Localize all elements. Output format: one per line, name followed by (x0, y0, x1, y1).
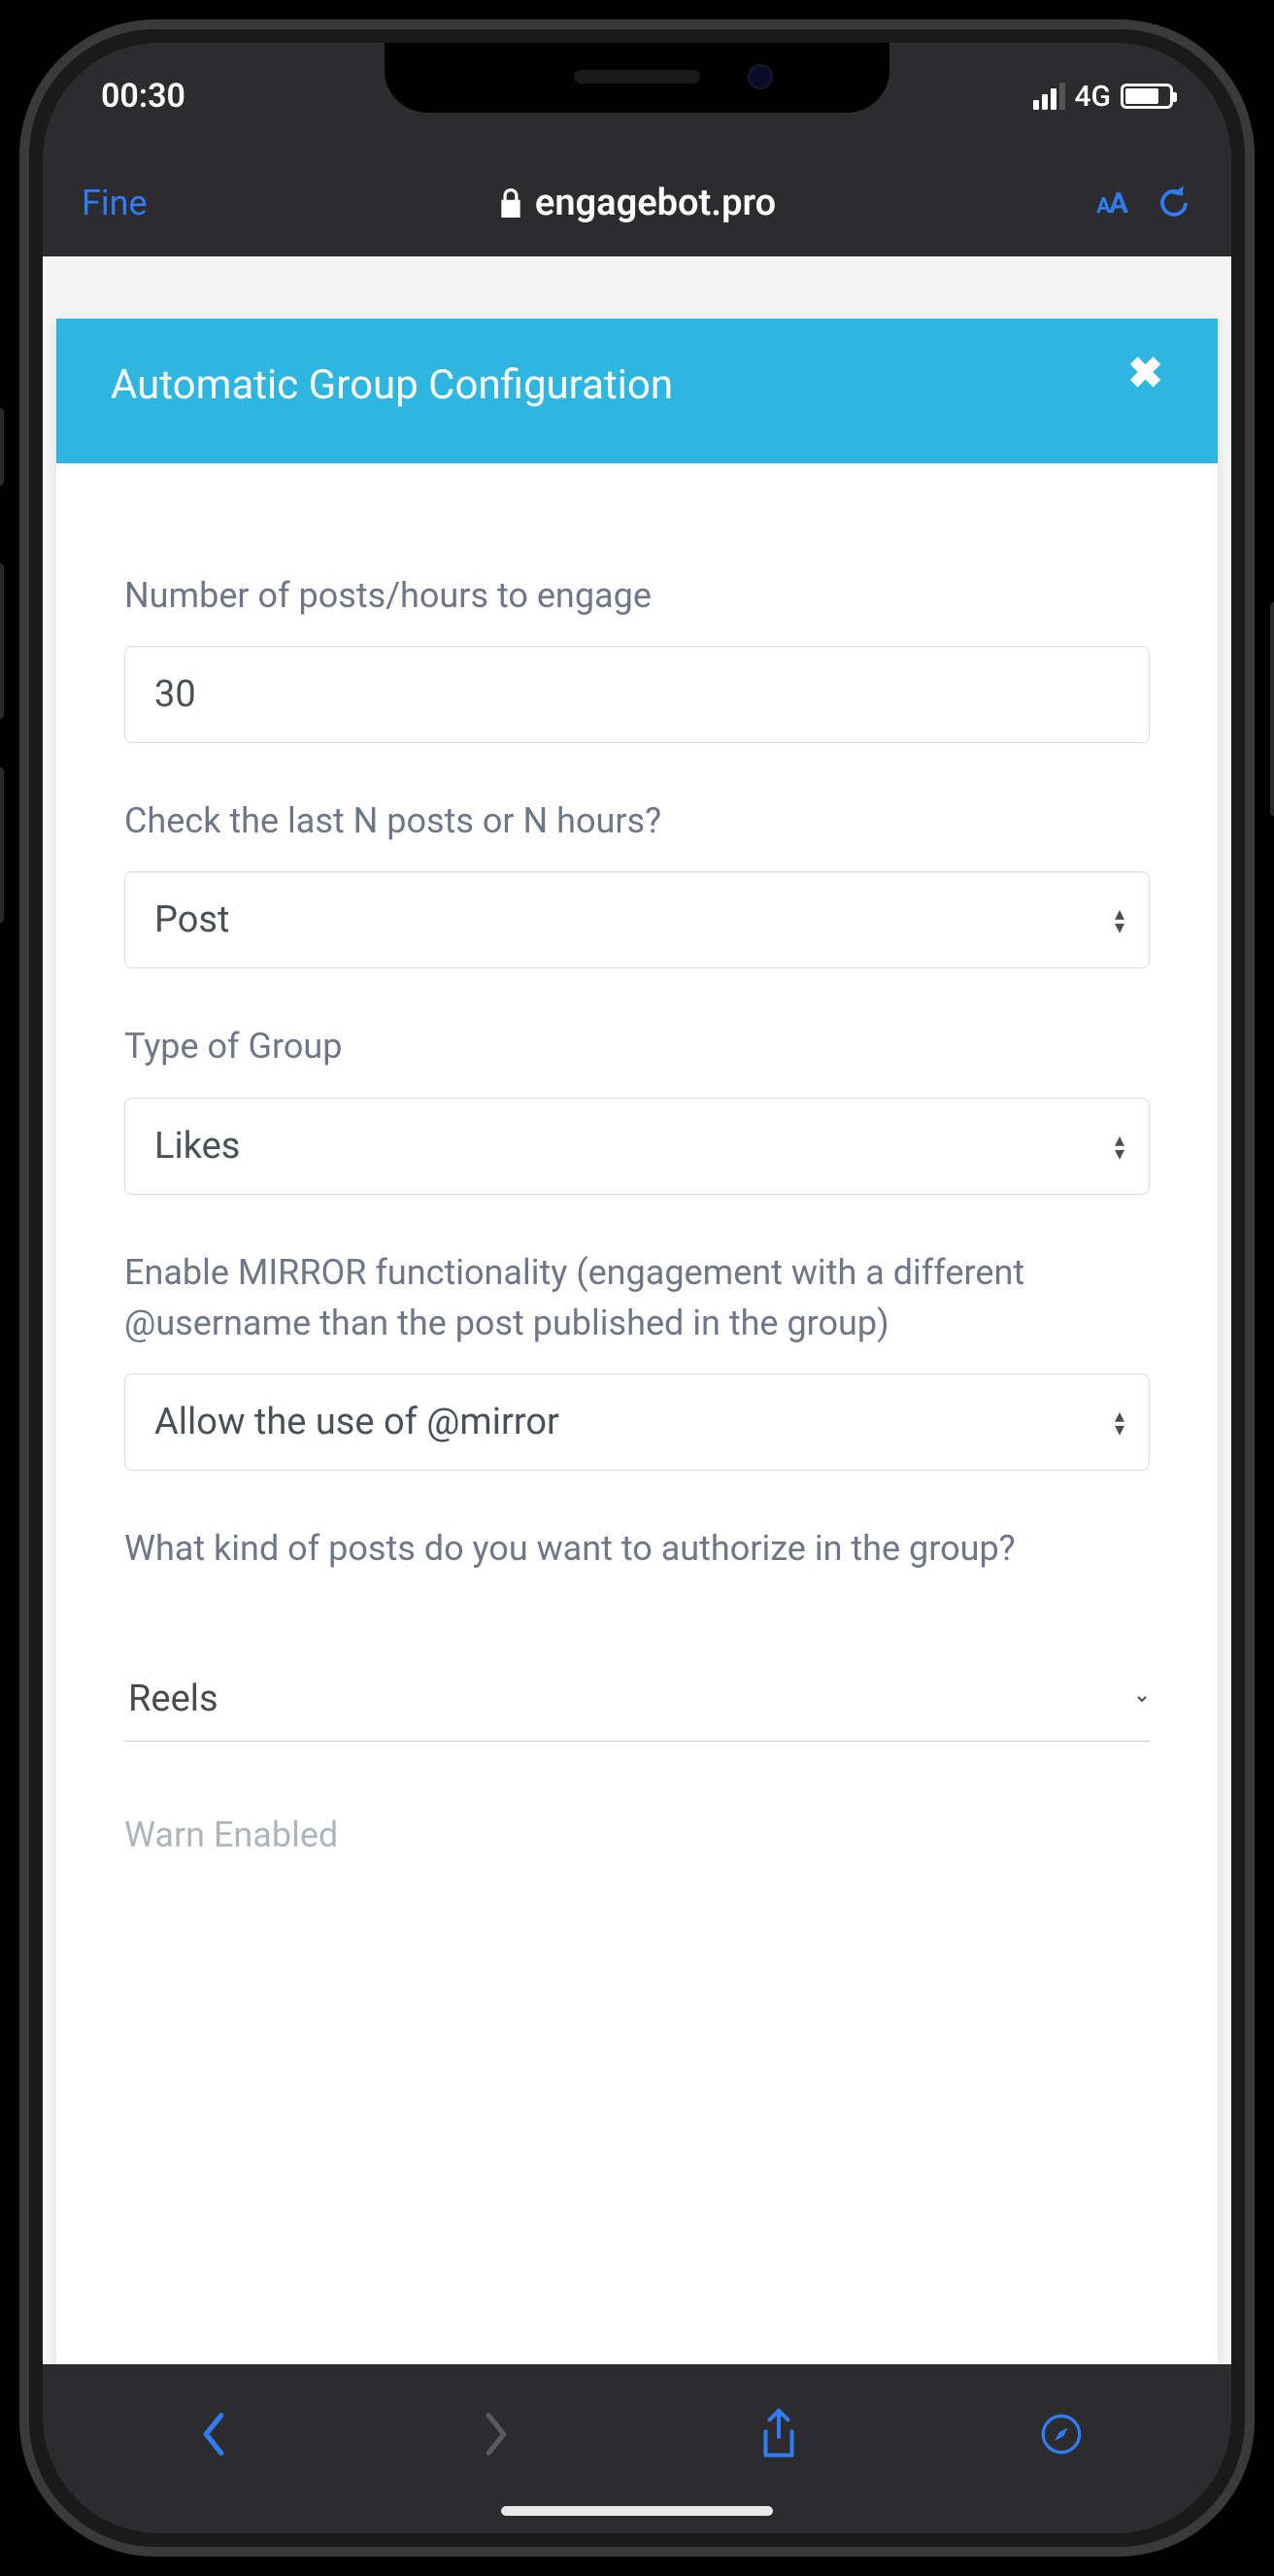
modal-title: Automatic Group Configuration (111, 361, 673, 409)
warn-enabled-label: Warn Enabled (124, 1810, 1150, 1860)
modal-header: Automatic Group Configuration ✖ (56, 319, 1218, 463)
phone-silence-switch (0, 408, 4, 486)
compass-button[interactable] (1032, 2405, 1090, 2463)
posts-count-input[interactable] (124, 646, 1150, 743)
phone-screen: 00:30 4G Fine engagebot.pro AA (43, 43, 1231, 2533)
back-button[interactable] (184, 2405, 243, 2463)
phone-camera (748, 64, 773, 89)
phone-power-button (1270, 602, 1274, 816)
phone-notch (385, 43, 889, 113)
mirror-label: Enable MIRROR functionality (engagement … (124, 1247, 1150, 1348)
network-label: 4G (1075, 80, 1112, 114)
phone-speaker (574, 70, 700, 84)
config-modal: Automatic Group Configuration ✖ Number o… (56, 319, 1218, 2364)
phone-frame: 00:30 4G Fine engagebot.pro AA (19, 19, 1255, 2557)
lock-icon (498, 188, 523, 218)
address-bar[interactable]: engagebot.pro (218, 182, 1056, 224)
modal-body: Number of posts/hours to engage Check th… (56, 463, 1218, 1860)
posts-count-label: Number of posts/hours to engage (124, 570, 1150, 621)
share-button[interactable] (750, 2405, 808, 2463)
phone-volume-down (0, 767, 4, 923)
battery-icon (1121, 84, 1173, 109)
browser-done-button[interactable]: Fine (82, 183, 218, 223)
close-icon[interactable]: ✖ (1127, 352, 1163, 394)
status-time: 00:30 (101, 77, 185, 116)
group-type-select[interactable]: Likes (124, 1098, 1150, 1195)
browser-domain: engagebot.pro (535, 182, 776, 224)
phone-volume-up (0, 563, 4, 719)
check-mode-value: Post (154, 898, 229, 941)
group-type-value: Likes (154, 1125, 240, 1168)
post-kind-select[interactable]: Reels (124, 1657, 1150, 1742)
reload-icon[interactable] (1156, 183, 1192, 223)
check-mode-select[interactable]: Post (124, 871, 1150, 968)
check-mode-label: Check the last N posts or N hours? (124, 796, 1150, 846)
mirror-value: Allow the use of @mirror (154, 1401, 559, 1443)
reader-button[interactable]: AA (1096, 186, 1126, 220)
signal-icon (1033, 83, 1065, 110)
browser-bar: Fine engagebot.pro AA (43, 150, 1231, 256)
forward-button[interactable] (467, 2405, 525, 2463)
home-indicator[interactable] (501, 2506, 773, 2516)
page-content: Automatic Group Configuration ✖ Number o… (43, 256, 1231, 2364)
post-kind-label: What kind of posts do you want to author… (124, 1523, 1150, 1574)
mirror-select[interactable]: Allow the use of @mirror (124, 1373, 1150, 1471)
group-type-label: Type of Group (124, 1021, 1150, 1071)
browser-toolbar (43, 2364, 1231, 2533)
